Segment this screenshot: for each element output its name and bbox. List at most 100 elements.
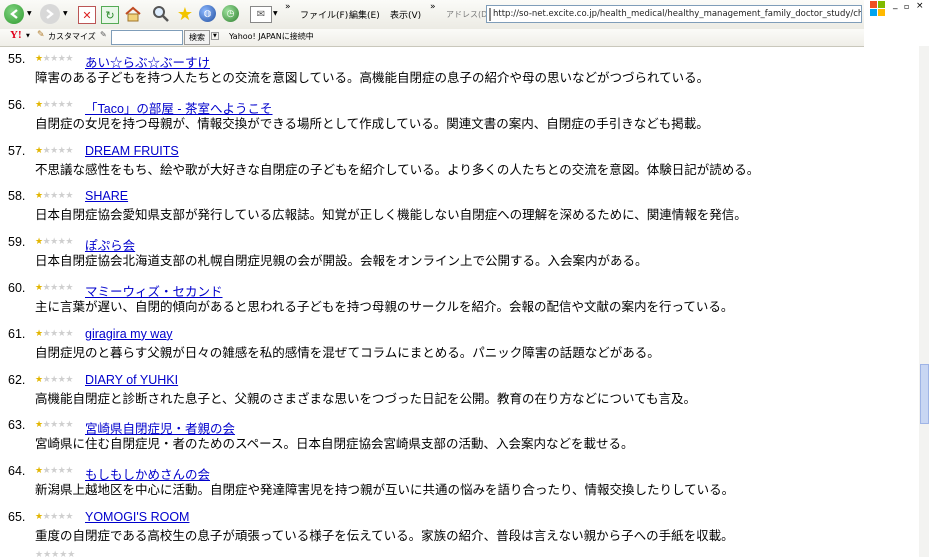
site-description: 日本自閉症協会北海道支部の札幌自閉症児親の会が開設。会報をオンライン上で公開する… — [35, 253, 648, 269]
partial-stars: ★★★★★ — [35, 550, 76, 557]
stop-button[interactable]: ✕ — [78, 6, 96, 24]
refresh-button[interactable]: ↻ — [101, 6, 119, 24]
site-description: 障害のある子どもを持つ人たちとの交流を意図している。高機能自閉症の息子の紹介や母… — [35, 70, 710, 85]
window-controls: _ ▫ × — [864, 0, 929, 46]
item-number: 65. — [8, 510, 26, 524]
item-number: 58. — [8, 189, 26, 204]
address-label: アドレス(D) — [446, 10, 491, 19]
site-description: 日本自閉症協会愛知県支部が発行している広報誌。知覚が正しく機能しない自閉症への理… — [35, 207, 747, 223]
page-icon — [489, 7, 491, 21]
list-item: 56. ★★★★★ 「Taco」の部屋 ‐ 茶室へようこそ 自閉症の女児を持つ母親が、… — [0, 98, 919, 138]
forward-arrow-icon — [46, 9, 54, 19]
rating-stars-icon: ★★★★★ — [35, 191, 73, 202]
rating-stars-icon: ★★★★★ — [35, 466, 73, 477]
site-link[interactable]: DIARY of YUHKI — [85, 373, 178, 387]
yahoo-dropdown-icon[interactable]: ▼ — [26, 33, 30, 39]
yahoo-status-text: Yahoo! JAPANに接続中 — [229, 32, 314, 41]
site-link[interactable]: YOMOGI'S ROOM — [85, 510, 189, 524]
list-item: 59. ★★★★★ ぽぷら会 日本自閉症協会北海道支部の札幌自閉症児親の会が開設。会報… — [0, 235, 919, 275]
list-item: 57. ★★★★★ DREAM FRUITS 不思議な感性をもち、絵や歌が大好きな自閉… — [0, 144, 919, 184]
home-icon — [125, 6, 141, 22]
site-description: 主に言葉が遅い、自閉的傾向があると思われる子どもを持つ母親のサークルを紹介。会報… — [35, 299, 734, 314]
pencil-icon: ✎ — [37, 30, 45, 40]
back-button[interactable] — [4, 4, 24, 24]
media-button[interactable]: ◍ — [199, 5, 216, 22]
history-button[interactable]: ◷ — [222, 5, 239, 22]
customize-link[interactable]: カスタマイズ — [48, 31, 96, 42]
list-item: 61. ★★★★★ giragira my way 自閉症児のと暮らす父親が日々の雑感… — [0, 327, 919, 367]
item-number: 62. — [8, 372, 26, 387]
site-link[interactable]: giragira my way — [85, 327, 173, 341]
mail-dropdown-icon[interactable]: ▼ — [273, 10, 278, 17]
forward-dropdown-icon[interactable]: ▼ — [63, 10, 68, 17]
site-description: 自閉症の女児を持つ母親が、情報交換ができる場所として作成している。関連文書の案内… — [35, 115, 709, 131]
item-number: 59. — [8, 235, 26, 250]
back-dropdown-icon[interactable]: ▼ — [27, 10, 32, 17]
site-description: 自閉症児のと暮らす父親が日々の雑感を私的感情を混ぜてコラムにまとめる。パニック障… — [35, 344, 660, 360]
mail-button[interactable]: ✉ — [250, 6, 272, 23]
item-number: 56. — [8, 97, 26, 112]
rating-stars-icon: ★★★★★ — [35, 54, 73, 64]
site-description: 宮崎県に住む自閉症児・者のためのスペース。日本自閉症協会宮崎県支部の活動、入会案… — [35, 436, 634, 452]
close-icon[interactable]: × — [916, 1, 924, 11]
item-number: 63. — [8, 418, 26, 433]
rating-stars-icon: ★★★★★ — [35, 420, 73, 431]
star-icon: ★ — [176, 3, 194, 25]
menu-chevron-icon[interactable]: » — [430, 2, 436, 12]
menu-edit[interactable]: 編集(E) — [349, 8, 380, 21]
rating-stars-icon: ★★★★★ — [35, 145, 73, 156]
site-description: 高機能自閉症と診断された息子と、父親のさまざまな思いをつづった日記を公開。教育の… — [35, 390, 697, 406]
site-description: 新潟県上越地区を中心に活動。自閉症や発達障害児を持つ親が互いに共通の悩みを語り合… — [35, 482, 735, 498]
list-item: 58. ★★★★★ SHARE 日本自閉症協会愛知県支部が発行している広報誌。知覚が正… — [0, 189, 919, 229]
list-item: 62. ★★★★★ DIARY of YUHKI 高機能自閉症と診断された息子と、父親… — [0, 373, 919, 413]
yahoo-logo-icon[interactable]: Y! — [10, 29, 22, 41]
item-number: 64. — [8, 464, 26, 479]
browser-toolbar: ▼ ▼ ✕ ↻ ★ ◍ ◷ ✉ ▼ » ファイル(F) 編集(E) 表示(V) … — [0, 0, 864, 30]
site-description: 不思議な感性をもち、絵や歌が大好きな自閉症の子どもを紹介している。より多くの人た… — [35, 161, 760, 177]
home-button[interactable] — [124, 5, 142, 23]
forward-button[interactable] — [40, 4, 60, 24]
refresh-icon: ↻ — [105, 8, 115, 22]
toolbar-chevron-icon[interactable]: » — [285, 2, 291, 12]
page-content: 55. ★★★★★ あい☆らぶ☆ぶーすけ 障害のある子どもを持つ人たちとの交流を意図し… — [0, 46, 919, 557]
scrollbar-thumb[interactable] — [920, 364, 929, 424]
search-dropdown-icon[interactable]: ▼ — [211, 32, 219, 40]
rating-stars-icon: ★★★★★ — [35, 328, 73, 339]
list-item: 64. ★★★★★ もしもしかめさんの会 新潟県上越地区を中心に活動。自閉症や発達障害… — [0, 464, 919, 504]
windows-logo-icon — [870, 1, 886, 17]
item-number: 55. — [8, 52, 26, 66]
rating-stars-icon: ★★★★★ — [35, 512, 73, 522]
rating-stars-icon: ★★★★★ — [35, 237, 73, 248]
site-description: 重度の自閉症である高校生の息子が頑張っている様子を伝えている。家族の紹介、普段は… — [35, 528, 734, 543]
item-number: 61. — [8, 326, 26, 341]
list-item: 63. ★★★★★ 宮崎県自閉症児・者親の会 宮崎県に住む自閉症児・者のためのスペース… — [0, 418, 919, 458]
toolbar-search-input[interactable] — [111, 30, 183, 45]
list-item: 65. ★★★★★ YOMOGI'S ROOM 重度の自閉症である高校生の息子が頑張っ… — [0, 510, 919, 550]
search-box-icon: ✎ — [100, 30, 107, 39]
item-number: 57. — [8, 143, 26, 158]
back-arrow-icon — [10, 9, 18, 19]
menu-file[interactable]: ファイル(F) — [300, 8, 348, 21]
favorites-button[interactable]: ★ — [175, 3, 195, 25]
address-bar[interactable]: http://so-net.excite.co.jp/health_medica… — [486, 5, 862, 23]
site-link[interactable]: DREAM FRUITS — [85, 144, 179, 158]
search-button[interactable] — [152, 5, 170, 23]
yahoo-toolbar: Y! ▼ ✎ カスタマイズ ✎ 検索 ▼ Yahoo! JAPANに接続中 — [0, 29, 864, 47]
list-item: 60. ★★★★★ マミーウィズ・セカンド 主に言葉が遅い、自閉的傾向があると思われる… — [0, 281, 919, 321]
magnifier-icon — [153, 6, 169, 22]
stop-icon: ✕ — [82, 8, 92, 22]
menu-view[interactable]: 表示(V) — [390, 8, 421, 21]
minimize-icon[interactable]: _ — [893, 0, 898, 10]
restore-icon[interactable]: ▫ — [904, 2, 909, 11]
rating-stars-icon: ★★★★★ — [35, 99, 73, 110]
globe-icon: ◍ — [203, 8, 212, 19]
envelope-icon: ✉ — [256, 9, 266, 20]
toolbar-search-button[interactable]: 検索 — [184, 30, 210, 45]
address-url: http://so-net.excite.co.jp/health_medica… — [493, 9, 862, 19]
next-entry-partial: ★★★★★ — [0, 550, 919, 557]
site-link[interactable]: SHARE — [85, 189, 128, 203]
rating-stars-icon: ★★★★★ — [35, 374, 73, 385]
list-item: 55. ★★★★★ あい☆らぶ☆ぶーすけ 障害のある子どもを持つ人たちとの交流を意図し… — [0, 52, 919, 92]
vertical-scrollbar[interactable] — [919, 46, 929, 557]
rating-stars-icon: ★★★★★ — [35, 283, 73, 293]
